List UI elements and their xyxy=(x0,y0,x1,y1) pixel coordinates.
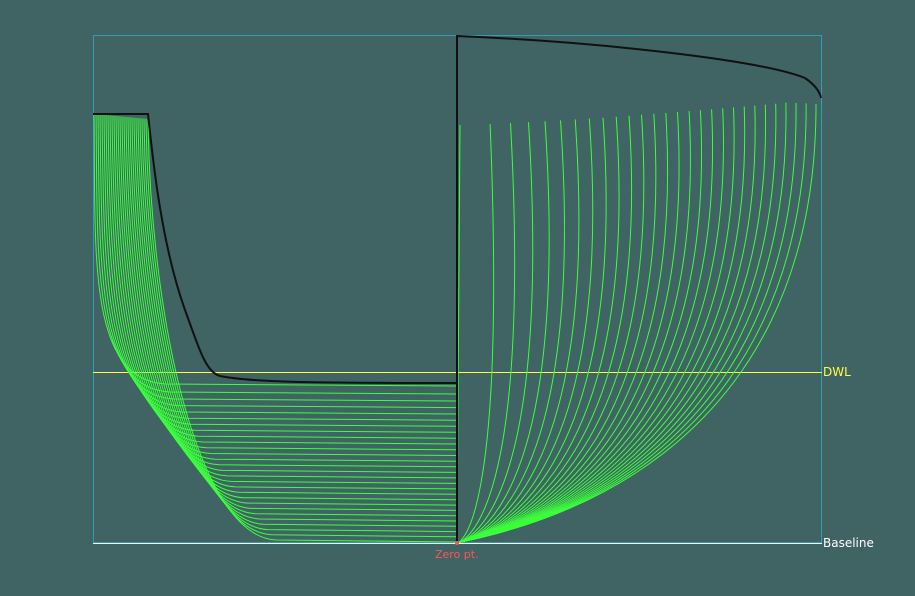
forward-station-line xyxy=(456,124,495,544)
aft-station-line xyxy=(137,118,458,517)
zero-point-marker xyxy=(455,541,459,545)
baseline-label: Baseline xyxy=(823,536,874,550)
forward-station-line xyxy=(456,107,735,544)
aft-station-line xyxy=(145,118,458,538)
aft-station-lines xyxy=(93,113,458,543)
forward-station-lines xyxy=(456,102,817,544)
forward-station-line xyxy=(456,121,550,544)
aft-station-line xyxy=(127,117,458,490)
body-plan-drawing xyxy=(93,34,822,545)
aft-station-line xyxy=(97,114,458,402)
forward-sheer-outline xyxy=(456,34,822,543)
forward-station-line xyxy=(456,103,777,544)
forward-station-line xyxy=(456,112,668,544)
aft-station-line xyxy=(147,118,458,543)
dwl-label: DWL xyxy=(823,365,851,379)
aft-station-line xyxy=(111,115,458,445)
forward-station-line xyxy=(456,104,766,544)
forward-station-line xyxy=(456,123,516,544)
forward-station-line xyxy=(456,111,680,544)
zero-point-label: Zero pt. xyxy=(435,548,479,561)
body-plan-viewport[interactable]: DWL Baseline Zero pt. xyxy=(0,0,915,596)
aft-station-line xyxy=(109,115,458,439)
